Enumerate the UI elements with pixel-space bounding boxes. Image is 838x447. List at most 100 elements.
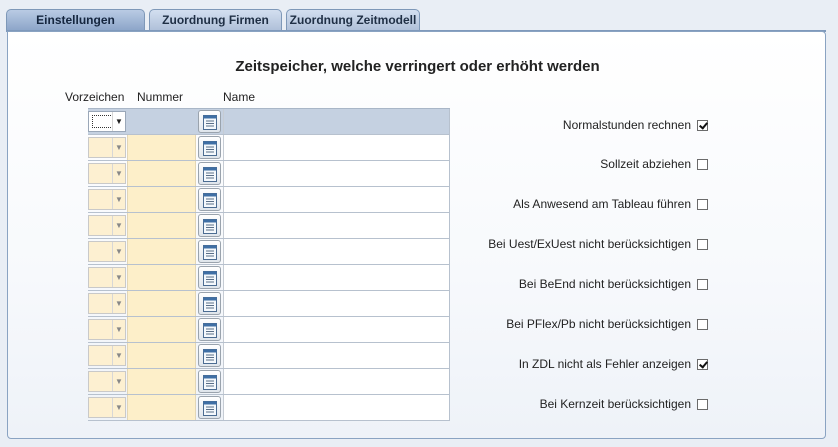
sign-value	[92, 167, 113, 180]
list-picker-icon	[203, 401, 217, 416]
option-label: Sollzeit abziehen	[600, 157, 691, 171]
option-checkbox[interactable]	[697, 198, 708, 210]
lookup-button[interactable]	[198, 266, 221, 289]
name-cell[interactable]	[223, 291, 450, 316]
number-cell[interactable]	[127, 135, 196, 160]
name-cell[interactable]	[223, 395, 450, 420]
number-cell[interactable]	[127, 395, 196, 420]
option-checkbox[interactable]	[697, 398, 708, 410]
table-row[interactable]: ▼	[88, 161, 450, 187]
name-cell[interactable]	[223, 265, 450, 290]
sign-dropdown[interactable]: ▼	[88, 241, 126, 262]
lookup-button[interactable]	[198, 188, 221, 211]
tab-zuordnung-firmen[interactable]: Zuordnung Firmen	[149, 9, 282, 31]
option-checkbox[interactable]	[697, 318, 708, 330]
table-row[interactable]: ▼	[88, 291, 450, 317]
option-label: Normalstunden rechnen	[562, 118, 691, 132]
number-cell[interactable]	[127, 109, 196, 134]
name-cell[interactable]	[223, 317, 450, 342]
option-checkbox[interactable]	[697, 238, 708, 250]
table-row[interactable]: ▼	[88, 395, 450, 421]
option-checkbox[interactable]	[697, 358, 708, 370]
sign-value	[92, 271, 113, 284]
option-row: Bei BeEnd nicht berücksichtigen	[519, 276, 708, 292]
time-account-grid: ▼ ▼ ▼ ▼ ▼ ▼ ▼ ▼ ▼ ▼ ▼ ▼	[88, 108, 450, 421]
chevron-down-icon[interactable]: ▼	[112, 190, 125, 209]
chevron-down-icon[interactable]: ▼	[112, 346, 125, 365]
name-cell[interactable]	[223, 161, 450, 186]
sign-dropdown[interactable]: ▼	[88, 397, 126, 418]
sign-value	[92, 323, 113, 336]
number-cell[interactable]	[127, 239, 196, 264]
chevron-down-icon[interactable]: ▼	[112, 242, 125, 261]
number-cell[interactable]	[127, 161, 196, 186]
chevron-down-icon[interactable]: ▼	[112, 216, 125, 235]
lookup-button[interactable]	[198, 396, 221, 419]
chevron-down-icon[interactable]: ▼	[112, 294, 125, 313]
column-header-sign: Vorzeichen	[65, 90, 125, 104]
sign-dropdown[interactable]: ▼	[88, 293, 126, 314]
sign-value	[92, 245, 113, 258]
lookup-button[interactable]	[198, 110, 221, 133]
name-cell[interactable]	[223, 239, 450, 264]
chevron-down-icon[interactable]: ▼	[112, 372, 125, 391]
sign-dropdown[interactable]: ▼	[88, 111, 126, 132]
option-label: In ZDL nicht als Fehler anzeigen	[518, 357, 691, 371]
option-checkbox[interactable]	[697, 158, 708, 170]
option-label: Bei PFlex/Pb nicht berücksichtigen	[506, 317, 691, 331]
lookup-button[interactable]	[198, 136, 221, 159]
option-checkbox[interactable]	[697, 119, 708, 131]
name-cell[interactable]	[223, 213, 450, 238]
sign-dropdown[interactable]: ▼	[88, 371, 126, 392]
table-row[interactable]: ▼	[88, 369, 450, 395]
table-row[interactable]: ▼	[88, 135, 450, 161]
sign-value	[92, 401, 113, 414]
table-row[interactable]: ▼	[88, 343, 450, 369]
table-row[interactable]: ▼	[88, 239, 450, 265]
sign-dropdown[interactable]: ▼	[88, 267, 126, 288]
chevron-down-icon[interactable]: ▼	[112, 268, 125, 287]
number-cell[interactable]	[127, 187, 196, 212]
chevron-down-icon[interactable]: ▼	[112, 398, 125, 417]
chevron-down-icon[interactable]: ▼	[112, 320, 125, 339]
sign-dropdown[interactable]: ▼	[88, 189, 126, 210]
table-row[interactable]: ▼	[88, 317, 450, 343]
number-cell[interactable]	[127, 213, 196, 238]
chevron-down-icon[interactable]: ▼	[112, 138, 125, 157]
tab-zuordnung-zeitmodell[interactable]: Zuordnung Zeitmodell	[286, 9, 420, 31]
table-row[interactable]: ▼	[88, 187, 450, 213]
number-cell[interactable]	[127, 265, 196, 290]
name-cell[interactable]	[223, 343, 450, 368]
lookup-button[interactable]	[198, 344, 221, 367]
lookup-button[interactable]	[198, 292, 221, 315]
number-cell[interactable]	[127, 369, 196, 394]
lookup-button[interactable]	[198, 162, 221, 185]
number-cell[interactable]	[127, 343, 196, 368]
chevron-down-icon[interactable]: ▼	[112, 164, 125, 183]
name-cell[interactable]	[223, 369, 450, 394]
sign-dropdown[interactable]: ▼	[88, 163, 126, 184]
sign-value	[92, 219, 113, 232]
option-label: Bei Kernzeit berücksichtigen	[539, 397, 691, 411]
table-row[interactable]: ▼	[88, 213, 450, 239]
tab-einstellungen[interactable]: Einstellungen	[6, 9, 145, 31]
sign-dropdown[interactable]: ▼	[88, 137, 126, 158]
sign-dropdown[interactable]: ▼	[88, 319, 126, 340]
option-checkbox[interactable]	[697, 278, 708, 290]
table-row[interactable]: ▼	[88, 109, 450, 135]
number-cell[interactable]	[127, 317, 196, 342]
name-cell[interactable]	[223, 109, 450, 134]
table-row[interactable]: ▼	[88, 265, 450, 291]
name-cell[interactable]	[223, 135, 450, 160]
name-cell[interactable]	[223, 187, 450, 212]
chevron-down-icon[interactable]: ▼	[112, 112, 125, 131]
sign-dropdown[interactable]: ▼	[88, 345, 126, 366]
lookup-button[interactable]	[198, 370, 221, 393]
number-cell[interactable]	[127, 291, 196, 316]
lookup-button[interactable]	[198, 318, 221, 341]
lookup-button[interactable]	[198, 240, 221, 263]
list-picker-icon	[203, 193, 217, 208]
lookup-button[interactable]	[198, 214, 221, 237]
sign-dropdown[interactable]: ▼	[88, 215, 126, 236]
list-picker-icon	[203, 349, 217, 364]
